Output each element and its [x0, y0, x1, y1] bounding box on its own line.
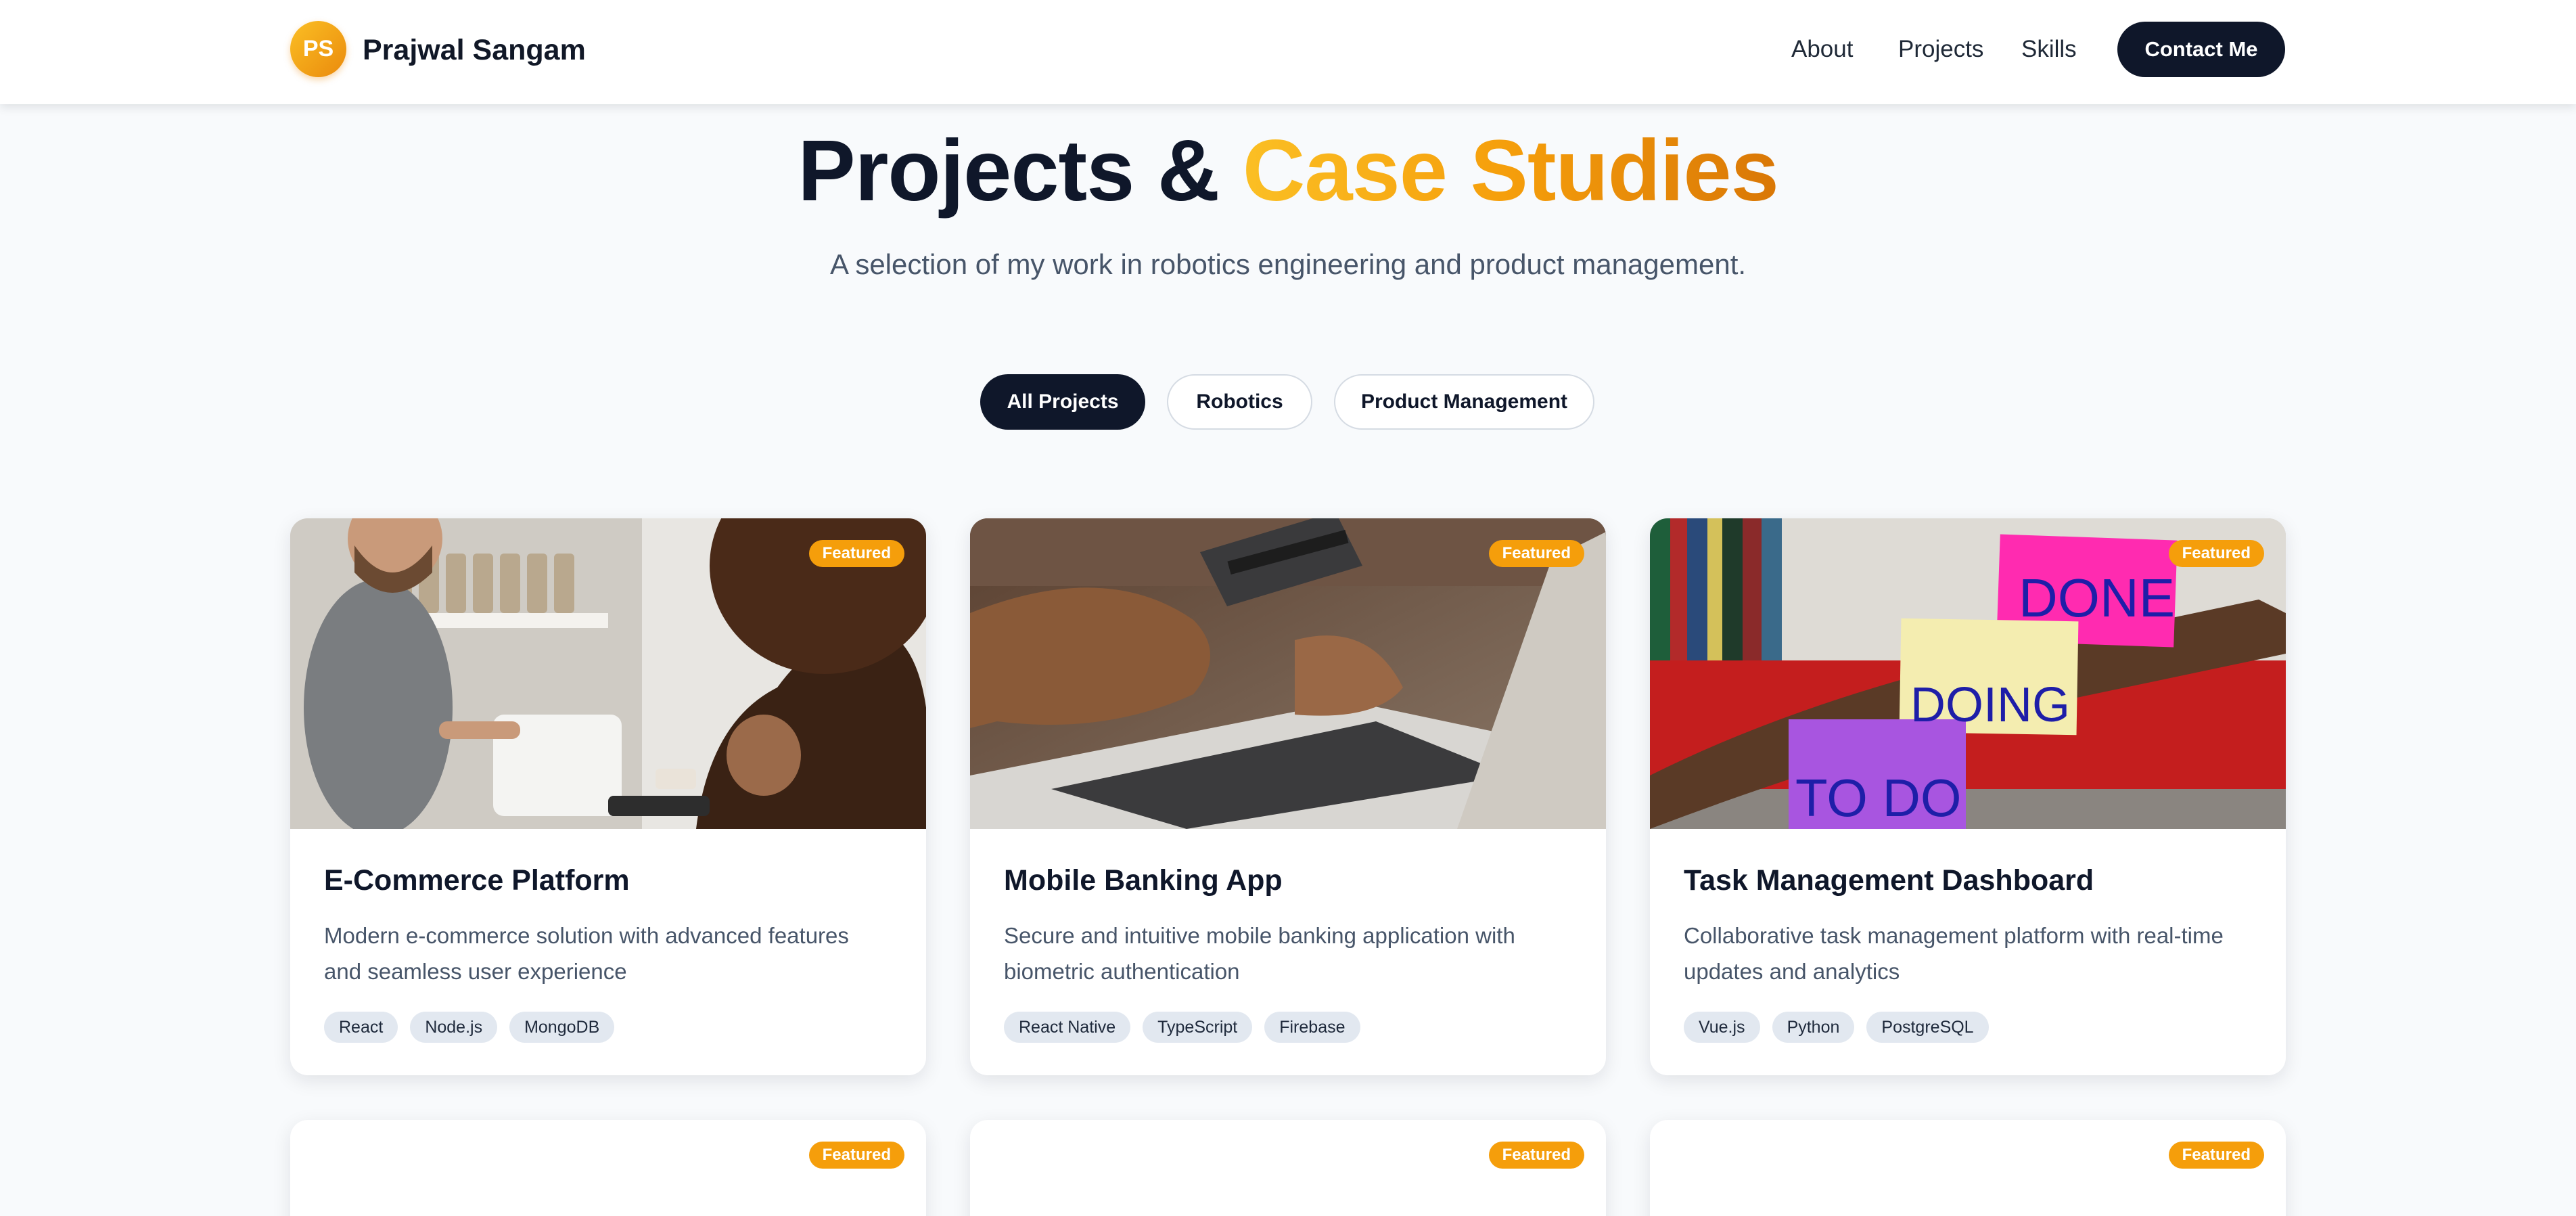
project-card[interactable]: Featured E-Commerce Platform Modern e-co…	[290, 518, 926, 1075]
nav-link-about[interactable]: About	[1791, 34, 1853, 65]
project-card[interactable]: Featured Mobile Banking App Secure and i…	[970, 518, 1606, 1075]
featured-badge: Featured	[2168, 540, 2264, 567]
sticky-note-text: DONE	[2019, 568, 2175, 628]
sticky-note-text: TO DO	[1795, 768, 1962, 828]
page-title-part1: Projects &	[798, 122, 1220, 219]
featured-badge: Featured	[2168, 1142, 2264, 1169]
page-title: Projects & Case Studies	[0, 120, 2576, 222]
tech-tag: Node.js	[410, 1012, 498, 1043]
project-card[interactable]: DONE DOING TO DO Featured Task Managemen…	[1650, 518, 2286, 1075]
featured-badge: Featured	[808, 1142, 904, 1169]
tech-tag: React	[324, 1012, 398, 1043]
filter-robotics[interactable]: Robotics	[1167, 374, 1312, 430]
site-header: PS Prajwal Sangam About Projects Skills …	[0, 0, 2576, 104]
sticky-note-text: DOING	[1910, 678, 2070, 732]
project-description: Secure and intuitive mobile banking appl…	[1004, 923, 1515, 984]
project-title[interactable]: Task Management Dashboard	[1684, 862, 2094, 899]
project-title[interactable]: E-Commerce Platform	[324, 862, 630, 899]
featured-badge: Featured	[808, 540, 904, 567]
project-tags: React Node.js MongoDB	[324, 1012, 615, 1043]
project-description: Modern e-commerce solution with advanced…	[324, 923, 849, 984]
project-title[interactable]: Mobile Banking App	[1004, 862, 1283, 899]
tech-tag: Firebase	[1264, 1012, 1360, 1043]
tech-tag: React Native	[1004, 1012, 1131, 1043]
project-image: Featured	[290, 518, 926, 829]
project-card[interactable]: Featured	[1650, 1120, 2286, 1216]
project-card[interactable]: Featured	[290, 1120, 926, 1216]
project-card[interactable]: Featured	[970, 1120, 1606, 1216]
filter-product-management[interactable]: Product Management	[1334, 374, 1594, 430]
filter-all-projects[interactable]: All Projects	[980, 374, 1145, 430]
page-title-accent: Case Studies	[1242, 122, 1779, 219]
logo-badge[interactable]: PS	[290, 21, 346, 77]
brand-name[interactable]: Prajwal Sangam	[363, 33, 586, 67]
tech-tag: Python	[1772, 1012, 1855, 1043]
page-subtitle: A selection of my work in robotics engin…	[829, 248, 1747, 280]
tech-tag: Vue.js	[1684, 1012, 1760, 1043]
project-tags: React Native TypeScript Firebase	[1004, 1012, 1360, 1043]
featured-badge: Featured	[1488, 1142, 1584, 1169]
project-image: Featured	[970, 518, 1606, 829]
project-description: Collaborative task management platform w…	[1684, 923, 2224, 984]
nav-link-projects[interactable]: Projects	[1898, 34, 1983, 65]
tech-tag: MongoDB	[509, 1012, 615, 1043]
featured-badge: Featured	[1488, 540, 1584, 567]
contact-me-button[interactable]: Contact Me	[2117, 22, 2285, 77]
tech-tag: PostgreSQL	[1866, 1012, 1989, 1043]
project-tags: Vue.js Python PostgreSQL	[1684, 1012, 1989, 1043]
nav-link-skills[interactable]: Skills	[2021, 34, 2077, 65]
tech-tag: TypeScript	[1143, 1012, 1253, 1043]
project-image: DONE DOING TO DO Featured	[1650, 518, 2286, 829]
